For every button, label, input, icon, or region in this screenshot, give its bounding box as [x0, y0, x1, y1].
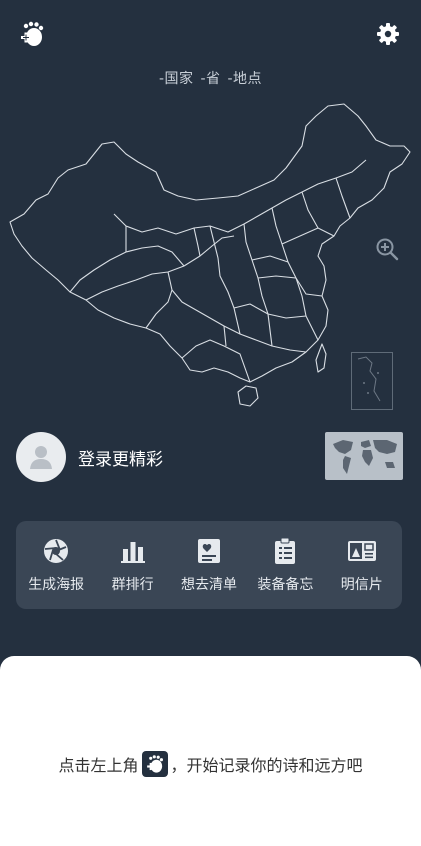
zoom-button[interactable]	[372, 234, 402, 264]
hint-text-before: 点击左上角	[58, 756, 139, 775]
action-wishlist[interactable]: 想去清单	[172, 536, 246, 594]
country-label: -国家	[158, 71, 194, 87]
footprint-plus-icon	[21, 21, 44, 46]
place-label: -地点	[227, 71, 263, 87]
action-label: 生成海报	[28, 577, 85, 593]
action-postcard[interactable]: 明信片	[325, 536, 399, 594]
gear-icon	[377, 23, 399, 45]
hint-footprint-badge	[141, 751, 168, 777]
action-label: 装备备忘	[257, 577, 314, 593]
footprint-record-button[interactable]	[14, 16, 50, 52]
onboarding-hint: 点击左上角 ，开始记录你的诗和远方吧	[0, 751, 421, 777]
action-group-ranking[interactable]: 群排行	[96, 536, 170, 594]
aperture-icon	[44, 539, 69, 563]
world-map-icon	[333, 440, 397, 474]
action-generate-poster[interactable]: 生成海报	[19, 536, 93, 594]
quick-actions-card: 生成海报 群排行 想去清单 装备备忘 明信片	[16, 521, 402, 609]
hint-text-after: ，开始记录你的诗和远方吧	[170, 756, 363, 775]
action-label: 想去清单	[180, 577, 237, 593]
south-china-sea-inset	[351, 352, 393, 410]
zoom-in-icon	[376, 238, 399, 261]
action-gear-checklist[interactable]: 装备备忘	[248, 536, 322, 594]
action-label: 群排行	[111, 577, 154, 593]
province-label: -省	[200, 71, 221, 87]
settings-button[interactable]	[372, 18, 404, 50]
checklist-icon	[275, 537, 296, 564]
location-breadcrumb: -国家 -省 -地点	[0, 68, 421, 88]
postcard-icon	[347, 541, 376, 561]
footprint-plus-icon	[146, 755, 163, 773]
wishlist-icon	[197, 539, 220, 563]
login-prompt[interactable]: 登录更精彩	[78, 445, 163, 470]
user-silhouette-icon	[30, 446, 52, 469]
action-label: 明信片	[340, 577, 383, 593]
login-section[interactable]: 登录更精彩	[16, 431, 163, 483]
bar-chart-icon	[120, 542, 145, 563]
avatar[interactable]	[16, 432, 66, 482]
main-panel: -国家 -省 -地点 登录更精彩 生成海报 群排行 想去清单 装备备忘 明信片	[0, 0, 421, 690]
world-map-button[interactable]	[325, 432, 403, 480]
